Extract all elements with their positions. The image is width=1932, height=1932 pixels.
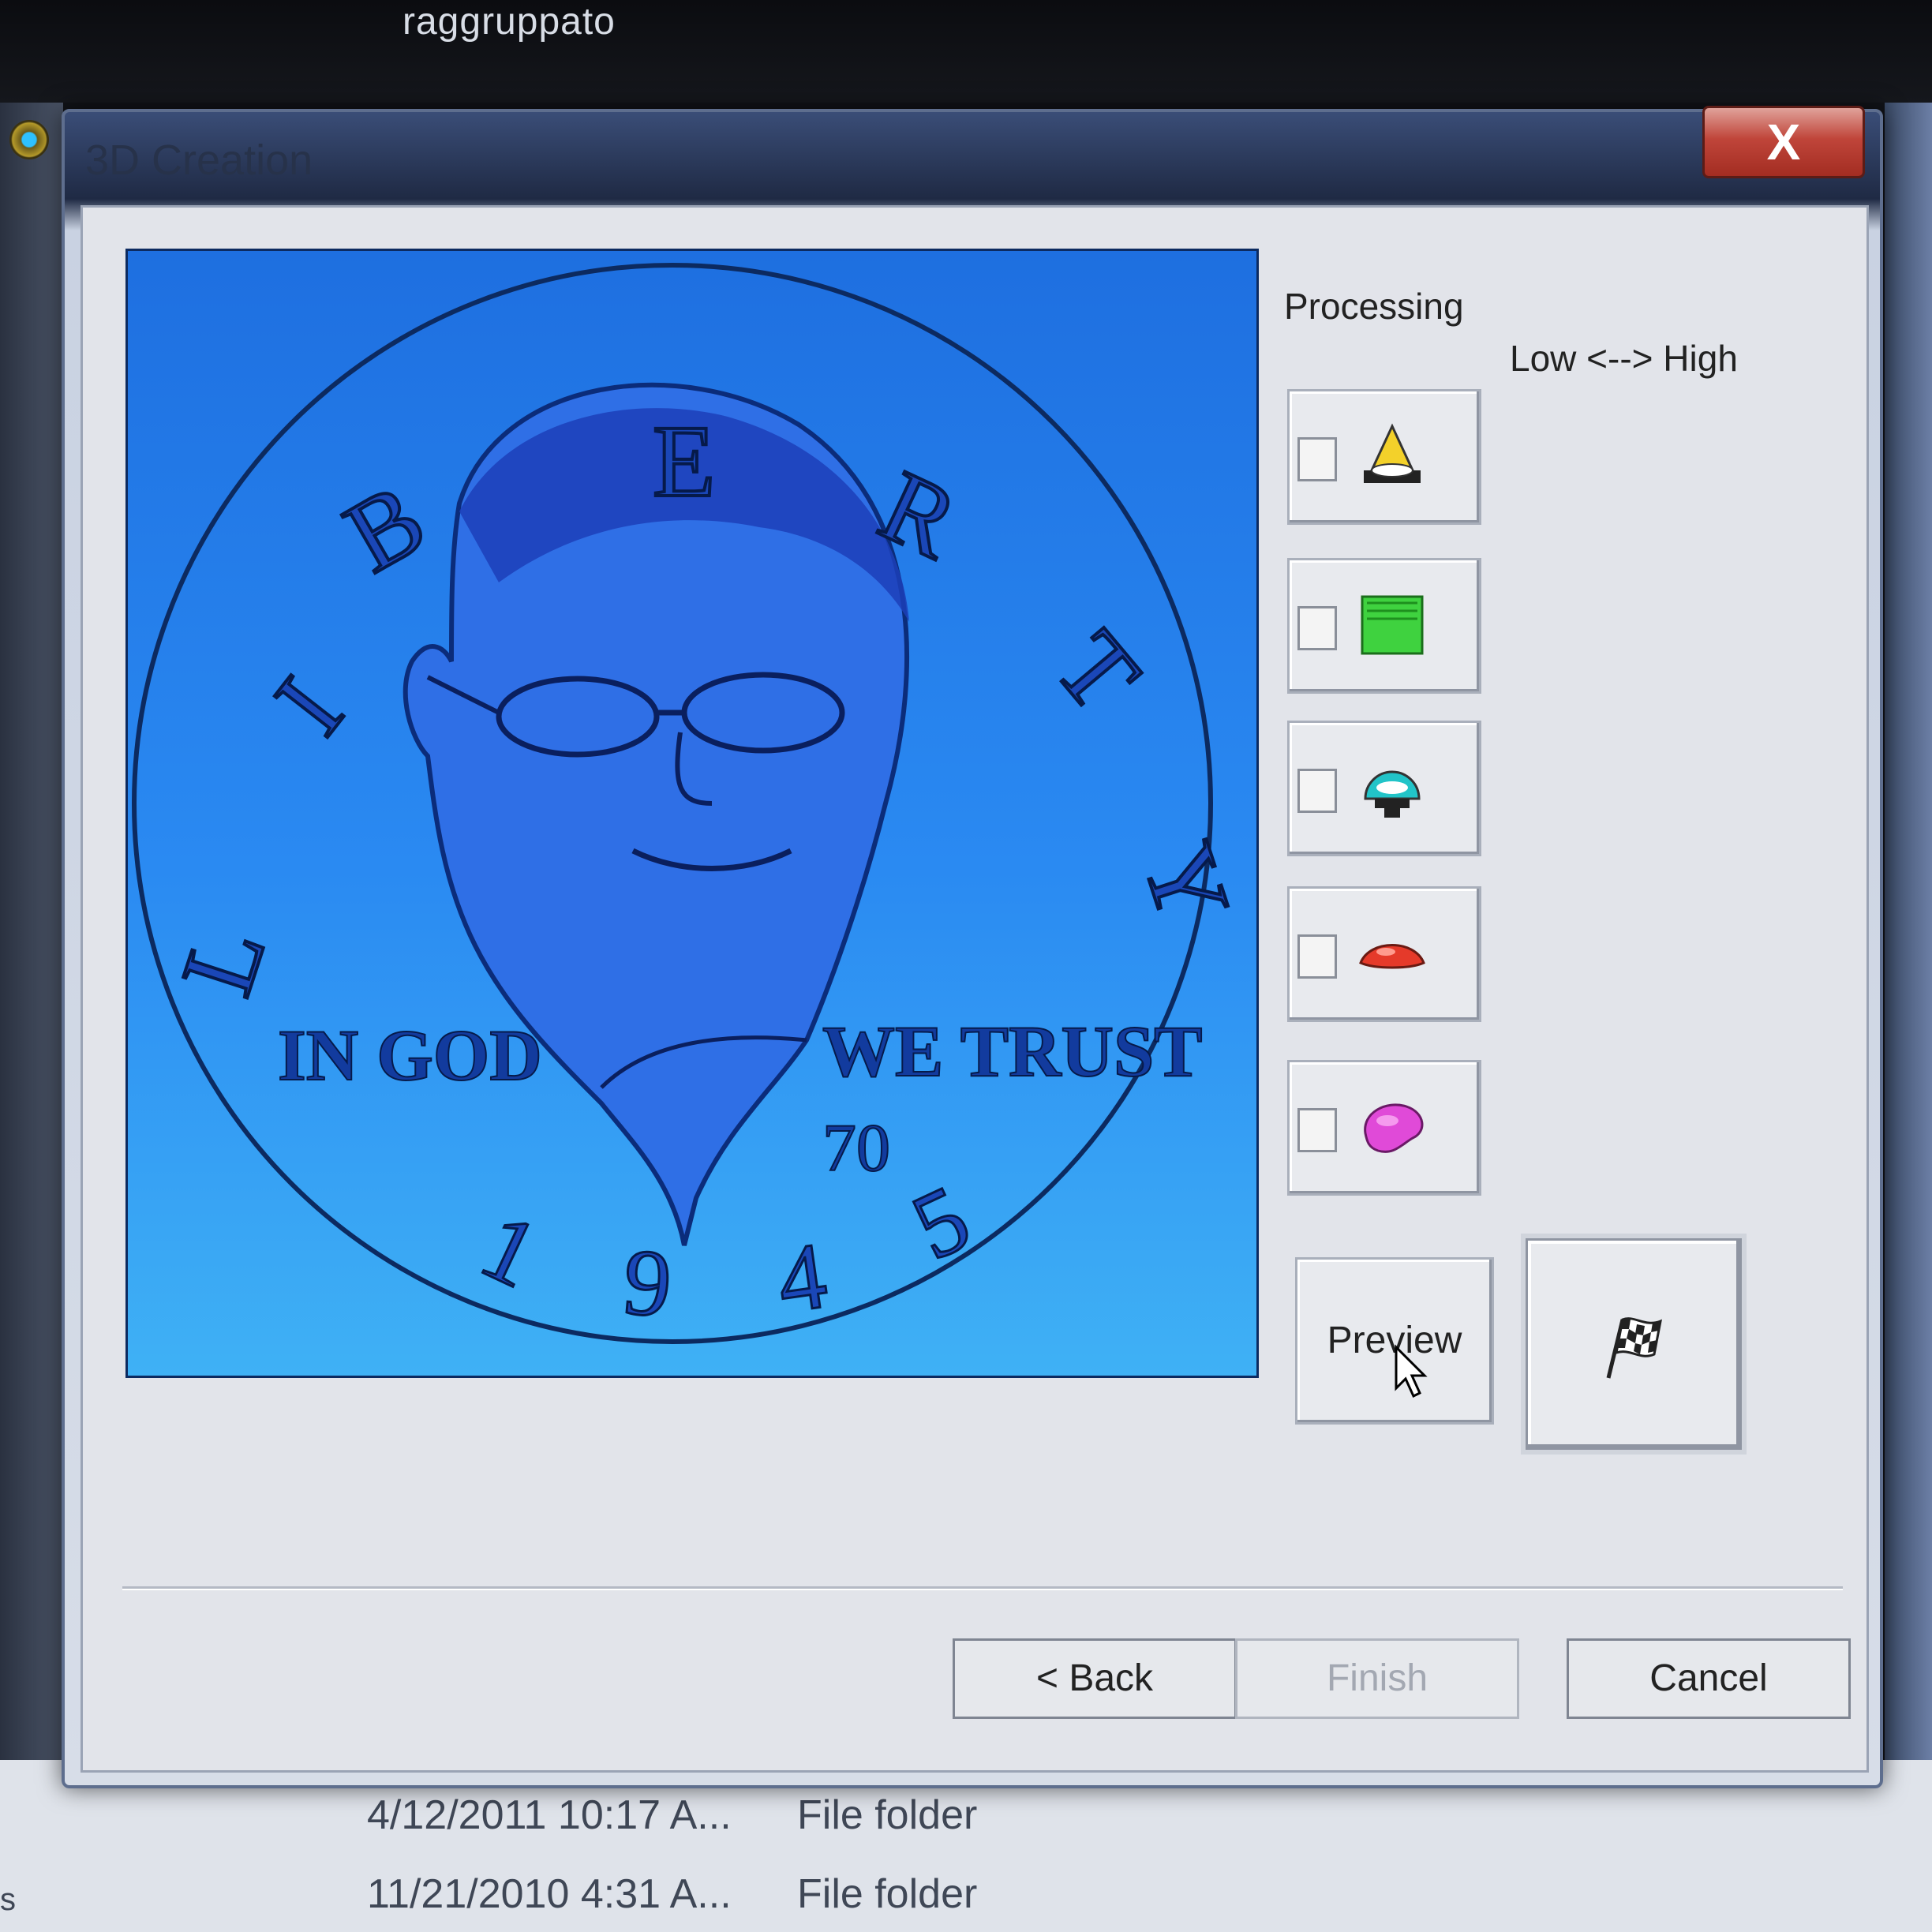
3d-creation-dialog: 3D Creation X L I B E R T Y IN GOD WE TR… — [62, 106, 1883, 1788]
processing-option-blob[interactable] — [1287, 1060, 1481, 1196]
option-checkbox[interactable] — [1297, 1108, 1337, 1152]
processing-option-texture[interactable] — [1287, 558, 1481, 694]
cyan-dome-icon — [1364, 770, 1421, 818]
background-window-edge-right — [1885, 103, 1932, 1760]
preview-button[interactable]: Preview — [1295, 1257, 1494, 1425]
file-date: 11/21/2010 4:31 A... — [367, 1871, 732, 1917]
back-button[interactable]: < Back — [953, 1638, 1237, 1719]
red-lens-icon — [1359, 944, 1425, 969]
coin-relief-svg: L I B E R T Y IN GOD WE TRUST 70 1 9 4 5 — [132, 263, 1252, 1344]
checkered-flag-icon — [1606, 1317, 1662, 1379]
option-checkbox[interactable] — [1297, 606, 1337, 650]
green-texture-icon — [1361, 595, 1424, 655]
file-name-fragment: s — [0, 1882, 16, 1917]
option-checkbox[interactable] — [1297, 934, 1337, 979]
cancel-button[interactable]: Cancel — [1567, 1638, 1851, 1719]
coin-letter: L — [160, 913, 287, 1008]
coin-letter: E — [653, 405, 715, 519]
processing-option-dome[interactable] — [1287, 721, 1481, 856]
yellow-cone-icon — [1364, 423, 1421, 483]
coin-letter: Y — [1120, 830, 1251, 936]
processing-option-lens[interactable] — [1287, 886, 1481, 1022]
pink-blob-icon — [1364, 1103, 1424, 1153]
coin-letter: I — [253, 657, 364, 754]
coin-preview-image: L I B E R T Y IN GOD WE TRUST 70 1 9 4 5 — [125, 249, 1259, 1378]
coin-year-digit: 4 — [771, 1222, 833, 1333]
processing-label: Processing — [1284, 286, 1464, 327]
coin-motto-right: WE TRUST — [822, 1011, 1202, 1091]
coin-year-digit: 9 — [620, 1228, 676, 1337]
coin-motto-left: IN GOD — [278, 1015, 542, 1095]
background-title-bar: raggruppato — [0, 0, 1932, 103]
dialog-client-area: L I B E R T Y IN GOD WE TRUST 70 1 9 4 5… — [80, 205, 1869, 1773]
option-checkbox[interactable] — [1297, 769, 1337, 813]
render-button[interactable] — [1526, 1238, 1742, 1450]
coin-year-digit: 1 — [466, 1193, 554, 1308]
mouse-cursor-icon — [1395, 1344, 1428, 1398]
background-window-title: raggruppato — [402, 1, 616, 43]
file-type: File folder — [797, 1792, 978, 1838]
finish-button[interactable]: Finish — [1235, 1638, 1519, 1719]
dialog-divider — [122, 1586, 1843, 1590]
close-button[interactable]: X — [1702, 106, 1865, 178]
file-type: File folder — [797, 1871, 978, 1917]
processing-option-cone[interactable] — [1287, 389, 1481, 525]
background-window-edge-left — [0, 103, 63, 1760]
coin-age: 70 — [822, 1110, 890, 1185]
option-checkbox[interactable] — [1297, 437, 1337, 481]
app-gear-icon — [9, 120, 49, 159]
dialog-title: 3D Creation — [85, 137, 313, 184]
file-date: 4/12/2011 10:17 A... — [367, 1792, 732, 1838]
coin-letter: T — [1034, 611, 1161, 732]
coin-letter: B — [328, 462, 444, 594]
low-high-scale-label: Low <--> High — [1510, 338, 1738, 379]
coin-year-digit: 5 — [897, 1165, 985, 1280]
